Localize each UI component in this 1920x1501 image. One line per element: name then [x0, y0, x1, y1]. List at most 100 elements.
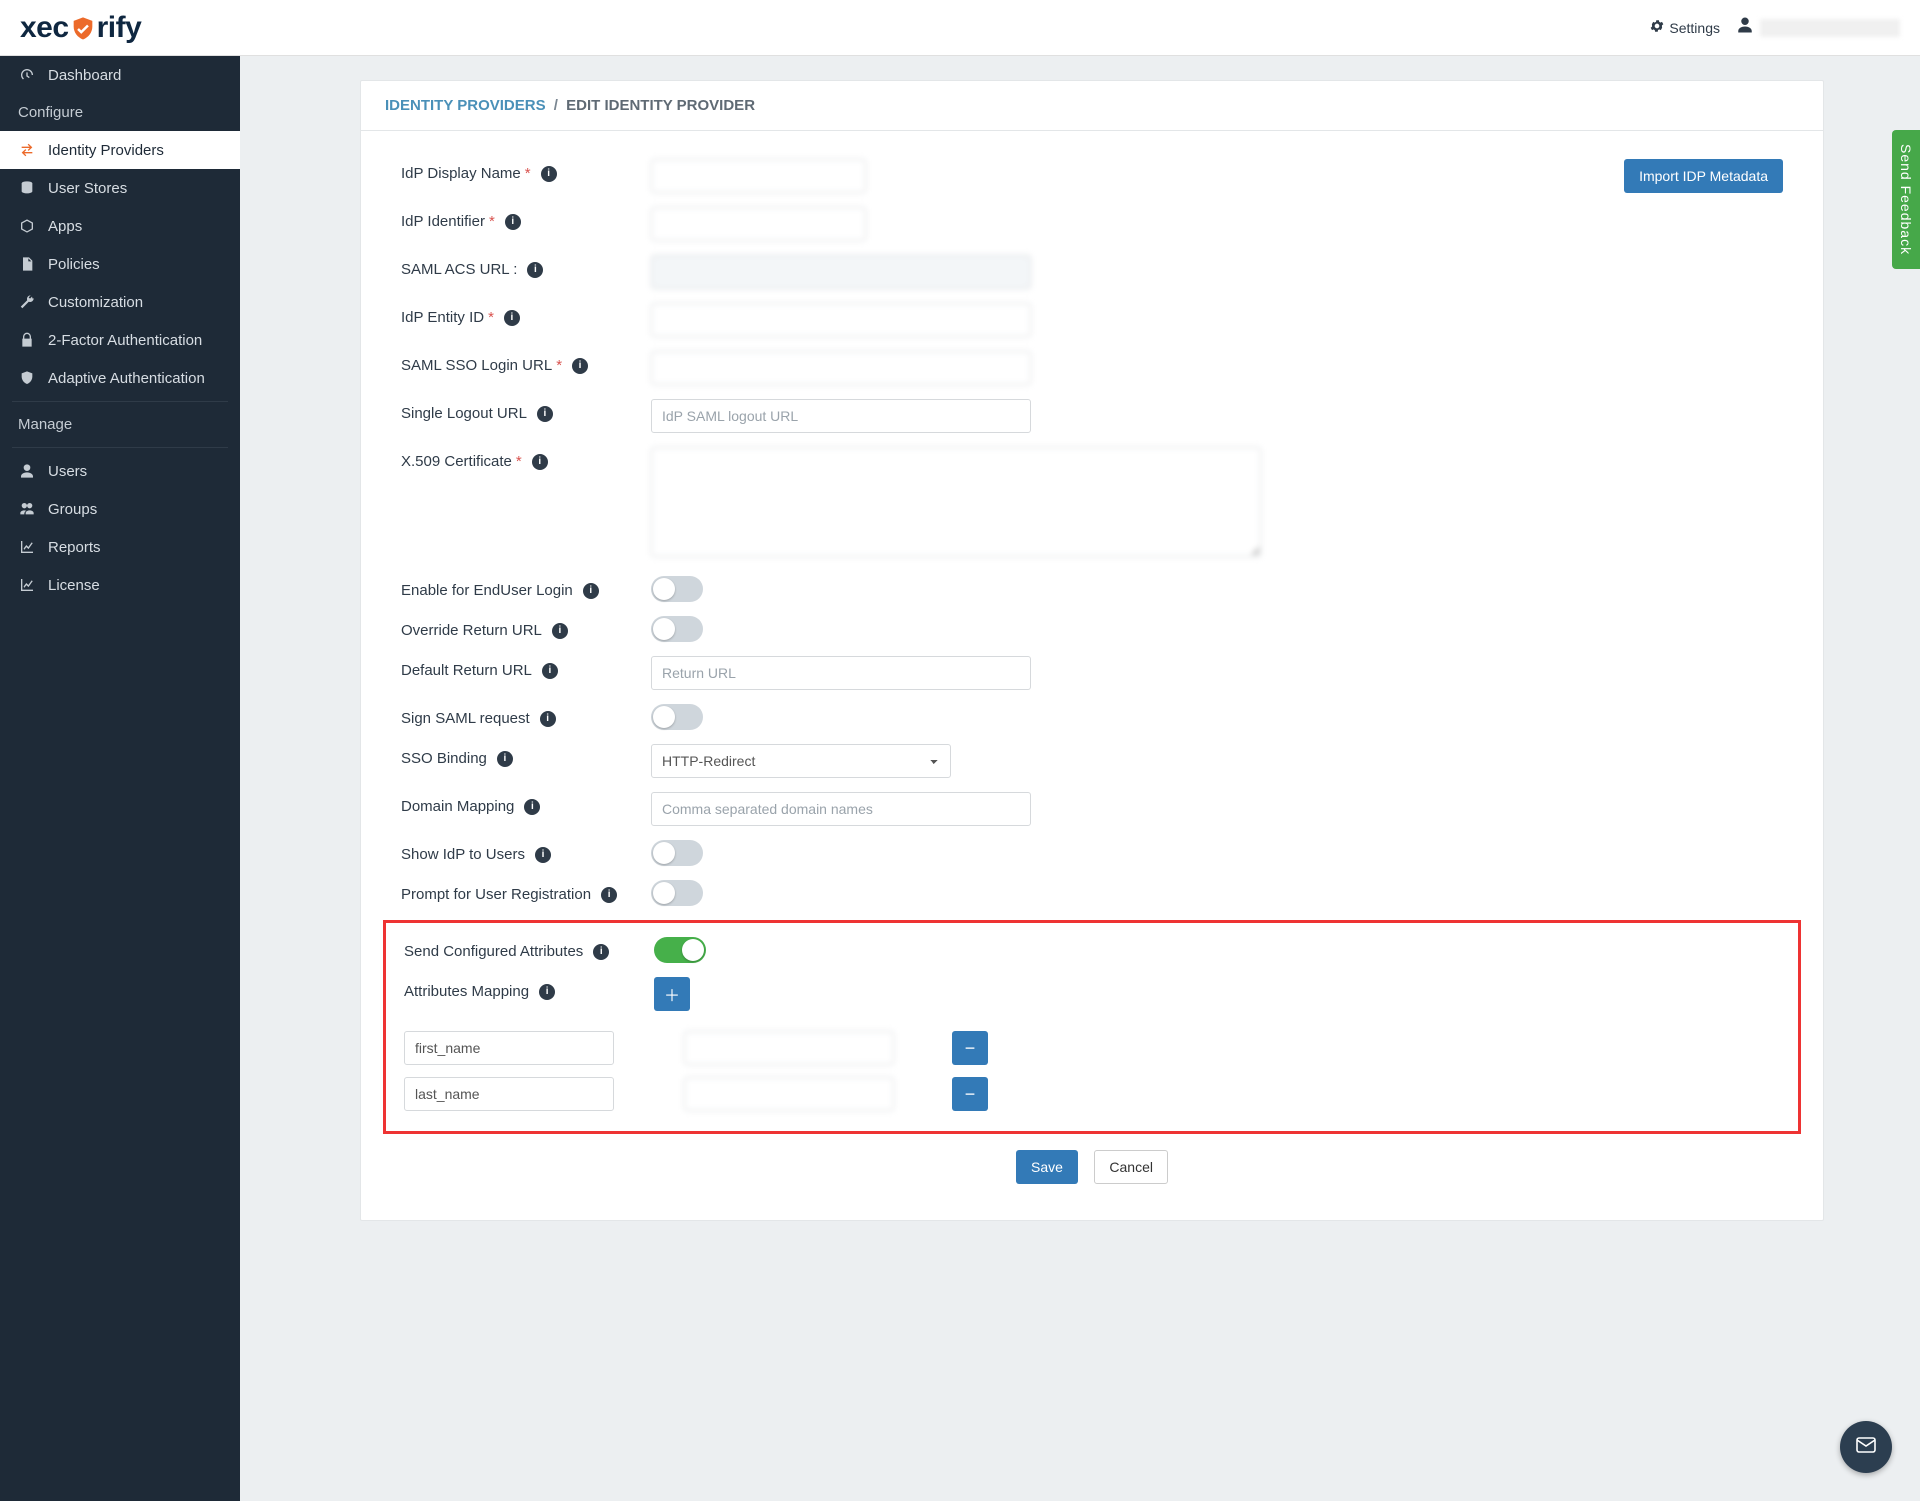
single-logout-url-field[interactable] — [651, 399, 1031, 433]
minus-icon: − — [965, 1038, 976, 1059]
sidebar-item-customization[interactable]: Customization — [0, 283, 240, 321]
domain-mapping-field[interactable] — [651, 792, 1031, 826]
remove-attribute-button[interactable]: − — [952, 1077, 988, 1111]
info-icon[interactable]: i — [540, 711, 556, 727]
sidebar-item-apps[interactable]: Apps — [0, 207, 240, 245]
enable-enduser-toggle[interactable] — [651, 576, 703, 602]
content-area: IDENTITY PROVIDERS / EDIT IDENTITY PROVI… — [240, 56, 1920, 1501]
settings-link[interactable]: Settings — [1649, 18, 1720, 37]
idp-identifier-field[interactable] — [651, 207, 866, 241]
info-icon[interactable]: i — [552, 623, 568, 639]
users-icon — [18, 500, 36, 518]
settings-label: Settings — [1669, 20, 1720, 36]
add-attribute-button[interactable]: ＋ — [654, 977, 690, 1011]
breadcrumb-root[interactable]: IDENTITY PROVIDERS — [385, 97, 546, 114]
sidebar-item-2-factor-authentication[interactable]: 2-Factor Authentication — [0, 321, 240, 359]
attribute-value-field[interactable] — [684, 1031, 894, 1065]
sidebar-item-user-stores[interactable]: User Stores — [0, 169, 240, 207]
minus-icon: − — [965, 1084, 976, 1105]
sidebar-item-users[interactable]: Users — [0, 452, 240, 490]
info-icon[interactable]: i — [539, 984, 555, 1000]
sidebar-item-label: Apps — [48, 218, 222, 235]
sidebar-item-label: Users — [48, 463, 222, 480]
label-show-idp: Show IdP to Usersi — [401, 840, 651, 863]
breadcrumb-current: EDIT IDENTITY PROVIDER — [566, 97, 755, 114]
sso-binding-select[interactable]: HTTP-Redirect — [651, 744, 951, 778]
idp-display-name-field[interactable] — [651, 159, 866, 193]
info-icon[interactable]: i — [497, 751, 513, 767]
doc-icon — [18, 255, 36, 273]
topbar-right: Settings — [1649, 16, 1900, 39]
user-icon — [1736, 16, 1754, 39]
info-icon[interactable]: i — [505, 214, 521, 230]
label-prompt-reg: Prompt for User Registrationi — [401, 880, 651, 903]
attribute-key-field[interactable] — [404, 1031, 614, 1065]
sign-saml-toggle[interactable] — [651, 704, 703, 730]
sidebar-item-label: Groups — [48, 501, 222, 518]
info-icon[interactable]: i — [527, 262, 543, 278]
sidebar-item-label: Customization — [48, 294, 222, 311]
sidebar-item-label: Adaptive Authentication — [48, 370, 222, 387]
info-icon[interactable]: i — [593, 944, 609, 960]
label-idp-identifier: IdP Identifier*i — [401, 207, 651, 230]
label-send-attrs: Send Configured Attributesi — [404, 937, 654, 960]
sidebar-item-policies[interactable]: Policies — [0, 245, 240, 283]
sidebar-item-license[interactable]: License — [0, 566, 240, 604]
user-name-blurred — [1760, 19, 1900, 37]
lock-icon — [18, 331, 36, 349]
sidebar-item-reports[interactable]: Reports — [0, 528, 240, 566]
info-icon[interactable]: i — [524, 799, 540, 815]
info-icon[interactable]: i — [537, 406, 553, 422]
chart-icon — [18, 576, 36, 594]
show-idp-toggle[interactable] — [651, 840, 703, 866]
brand-text: xecrify — [20, 11, 141, 45]
cancel-button[interactable]: Cancel — [1094, 1150, 1168, 1184]
sidebar-item-groups[interactable]: Groups — [0, 490, 240, 528]
sidebar-item-label: Identity Providers — [48, 142, 222, 159]
sidebar-item-dashboard[interactable]: Dashboard — [0, 56, 240, 94]
attribute-row: − — [386, 1071, 1780, 1117]
info-icon[interactable]: i — [583, 583, 599, 599]
remove-attribute-button[interactable]: − — [952, 1031, 988, 1065]
label-idp-display-name: IdP Display Name*i — [401, 159, 651, 182]
brand-logo[interactable]: xecrify — [20, 11, 141, 45]
info-icon[interactable]: i — [532, 454, 548, 470]
prompt-reg-toggle[interactable] — [651, 880, 703, 906]
attribute-value-field[interactable] — [684, 1077, 894, 1111]
override-return-url-toggle[interactable] — [651, 616, 703, 642]
sidebar-item-identity-providers[interactable]: Identity Providers — [0, 131, 240, 169]
x509-certificate-field[interactable] — [651, 447, 1261, 557]
sidebar: DashboardConfigureIdentity ProvidersUser… — [0, 56, 240, 1501]
sidebar-item-label: License — [48, 577, 222, 594]
saml-sso-login-url-field[interactable] — [651, 351, 1031, 385]
info-icon[interactable]: i — [572, 358, 588, 374]
topbar: xecrify Settings — [0, 0, 1920, 56]
user-icon — [18, 462, 36, 480]
label-override-return-url: Override Return URLi — [401, 616, 651, 639]
attribute-key-field[interactable] — [404, 1077, 614, 1111]
send-attrs-toggle[interactable] — [654, 937, 706, 963]
idp-entity-id-field[interactable] — [651, 303, 1031, 337]
send-feedback-tab[interactable]: Send Feedback — [1892, 130, 1920, 269]
label-domain-mapping: Domain Mappingi — [401, 792, 651, 815]
label-sign-saml: Sign SAML requesti — [401, 704, 651, 727]
info-icon[interactable]: i — [601, 887, 617, 903]
shield-icon — [18, 369, 36, 387]
info-icon[interactable]: i — [542, 663, 558, 679]
info-icon[interactable]: i — [504, 310, 520, 326]
default-return-url-field[interactable] — [651, 656, 1031, 690]
label-idp-entity-id: IdP Entity ID*i — [401, 303, 651, 326]
user-chip[interactable] — [1736, 16, 1900, 39]
sidebar-item-label: Policies — [48, 256, 222, 273]
sidebar-item-label: User Stores — [48, 180, 222, 197]
brand-shield-icon — [69, 15, 97, 43]
sidebar-item-adaptive-authentication[interactable]: Adaptive Authentication — [0, 359, 240, 397]
info-icon[interactable]: i — [541, 166, 557, 182]
info-icon[interactable]: i — [535, 847, 551, 863]
label-attr-mapping: Attributes Mappingi — [404, 977, 654, 1000]
mail-fab[interactable] — [1840, 1421, 1892, 1473]
save-button[interactable]: Save — [1016, 1150, 1078, 1184]
label-x509: X.509 Certificate*i — [401, 447, 651, 470]
import-idp-metadata-button[interactable]: Import IDP Metadata — [1624, 159, 1783, 193]
breadcrumb-sep: / — [554, 97, 558, 114]
